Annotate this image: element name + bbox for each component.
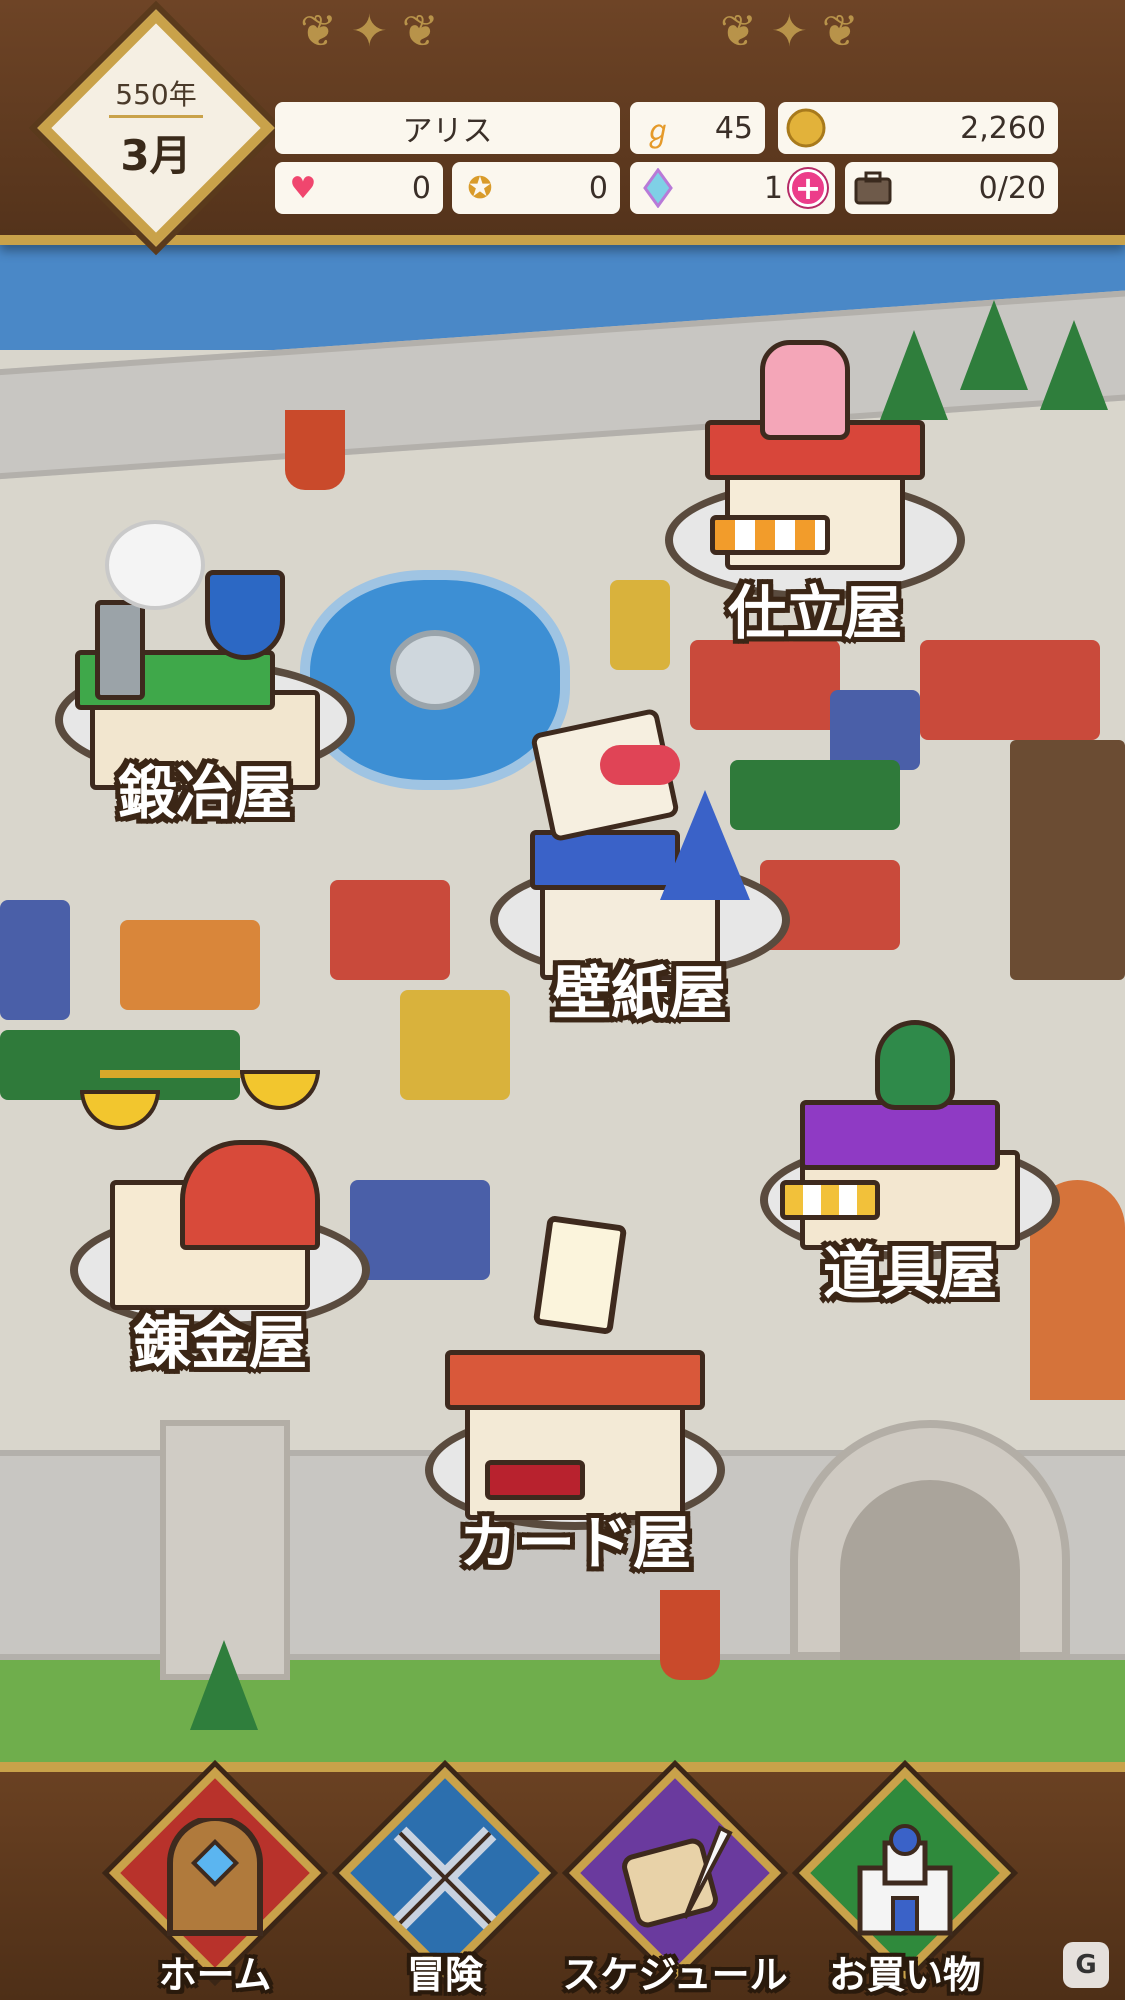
- suitcase-icon: [853, 168, 893, 208]
- plus-icon: +: [794, 169, 822, 207]
- heart-icon: ♥: [289, 170, 317, 206]
- gold-counter: 2,260: [778, 102, 1058, 154]
- fountain-center: [390, 630, 480, 710]
- stamina-icon: ℊ: [643, 114, 673, 149]
- bottom-navigation: ホーム 冒険 スケジュール お買い物 G: [0, 1762, 1125, 2000]
- shop-alchemy[interactable]: 錬金屋: [70, 1070, 370, 1377]
- crossed-swords-icon: [330, 1818, 560, 1958]
- shield-sword-icon: [205, 570, 285, 660]
- date-month: 3月: [120, 131, 192, 180]
- house-roof: [350, 1180, 490, 1280]
- date-display: 550年 3月: [72, 44, 240, 212]
- chimney: [95, 600, 145, 700]
- card-icon: [532, 1214, 628, 1336]
- shop-card[interactable]: カード屋: [425, 1214, 725, 1577]
- medals-counter: ✪ 0: [452, 162, 620, 214]
- hearts-counter: ♥ 0: [275, 162, 443, 214]
- winged-medal-icon: ✪: [467, 170, 493, 206]
- door-icon: [100, 1815, 330, 1958]
- gold-value: 2,260: [960, 110, 1046, 146]
- watermark-logo: G: [1063, 1942, 1109, 1988]
- shop-label-card: カード屋: [458, 1509, 691, 1577]
- smoke-icon: [105, 520, 205, 610]
- player-name-field: アリス: [275, 102, 620, 154]
- nav-shop-button[interactable]: お買い物: [790, 1766, 1020, 2000]
- leaf-ornament-icon: ❦ ✦ ❦: [720, 6, 859, 57]
- nav-schedule-button[interactable]: スケジュール: [560, 1766, 790, 2000]
- date-year: 550年: [109, 73, 203, 118]
- tree: [1040, 320, 1108, 410]
- shop-blacksmith[interactable]: 鍛冶屋: [55, 520, 355, 827]
- scroll-quill-icon: [560, 1818, 790, 1958]
- shop-tailor[interactable]: 仕立屋: [665, 340, 965, 647]
- shop-label-alchemy: 錬金屋: [132, 1309, 307, 1377]
- gate-opening: [840, 1480, 1020, 1660]
- castle-icon: [790, 1818, 1020, 1958]
- dress-icon: [760, 340, 850, 440]
- shop-wallpaper[interactable]: 壁紙屋: [490, 707, 790, 1027]
- house-roof: [120, 920, 260, 1010]
- rainbow-crystal-icon: [638, 168, 678, 208]
- shop-roof: [180, 1140, 320, 1250]
- player-name: アリス: [402, 114, 493, 149]
- awning: [780, 1180, 880, 1220]
- tree: [190, 1640, 258, 1730]
- wall-banner: [660, 1590, 720, 1680]
- shop-label-tailor: 仕立屋: [727, 579, 902, 647]
- stamina-value: 45: [714, 110, 753, 146]
- house-roof: [920, 640, 1100, 740]
- status-header: ❦ ✦ ❦ ❦ ✦ ❦ 550年 3月 アリス ℊ 45 2,260 ♥ 0 ✪…: [0, 0, 1125, 247]
- shop-roof: [530, 830, 680, 890]
- stamina-counter: ℊ 45: [630, 102, 765, 154]
- nav-adventure-button[interactable]: 冒険: [330, 1766, 560, 2000]
- medals-value: 0: [588, 170, 608, 206]
- wall-banner: [285, 410, 345, 490]
- market-stall: [330, 880, 450, 980]
- gold-coin-icon: [786, 108, 826, 148]
- awning: [485, 1460, 585, 1500]
- ink-pot-icon: [875, 1020, 955, 1110]
- tower: [1010, 740, 1125, 980]
- paint-stroke: [600, 745, 680, 785]
- hearts-value: 0: [411, 170, 431, 206]
- shop-label-blacksmith: 鍛冶屋: [117, 759, 292, 827]
- shop-roof: [800, 1100, 1000, 1170]
- add-crystal-button[interactable]: +: [789, 169, 827, 207]
- house-roof: [830, 690, 920, 770]
- inventory-value: 0/20: [978, 170, 1046, 206]
- house-roof: [0, 900, 70, 1020]
- nav-shop-label: お買い物: [828, 1953, 981, 1997]
- tree: [960, 300, 1028, 390]
- shop-label-item: 道具屋: [822, 1239, 997, 1307]
- awning: [710, 515, 830, 555]
- leaf-ornament-icon: ❦ ✦ ❦: [300, 6, 439, 57]
- shop-item[interactable]: 道具屋: [760, 1000, 1060, 1307]
- crystals-counter: 1 +: [630, 162, 835, 214]
- nav-home-button[interactable]: ホーム: [100, 1766, 330, 2000]
- shop-roof: [445, 1350, 705, 1410]
- crystals-value: 1: [763, 170, 783, 206]
- house-roof: [690, 640, 840, 730]
- inventory-counter: 0/20: [845, 162, 1058, 214]
